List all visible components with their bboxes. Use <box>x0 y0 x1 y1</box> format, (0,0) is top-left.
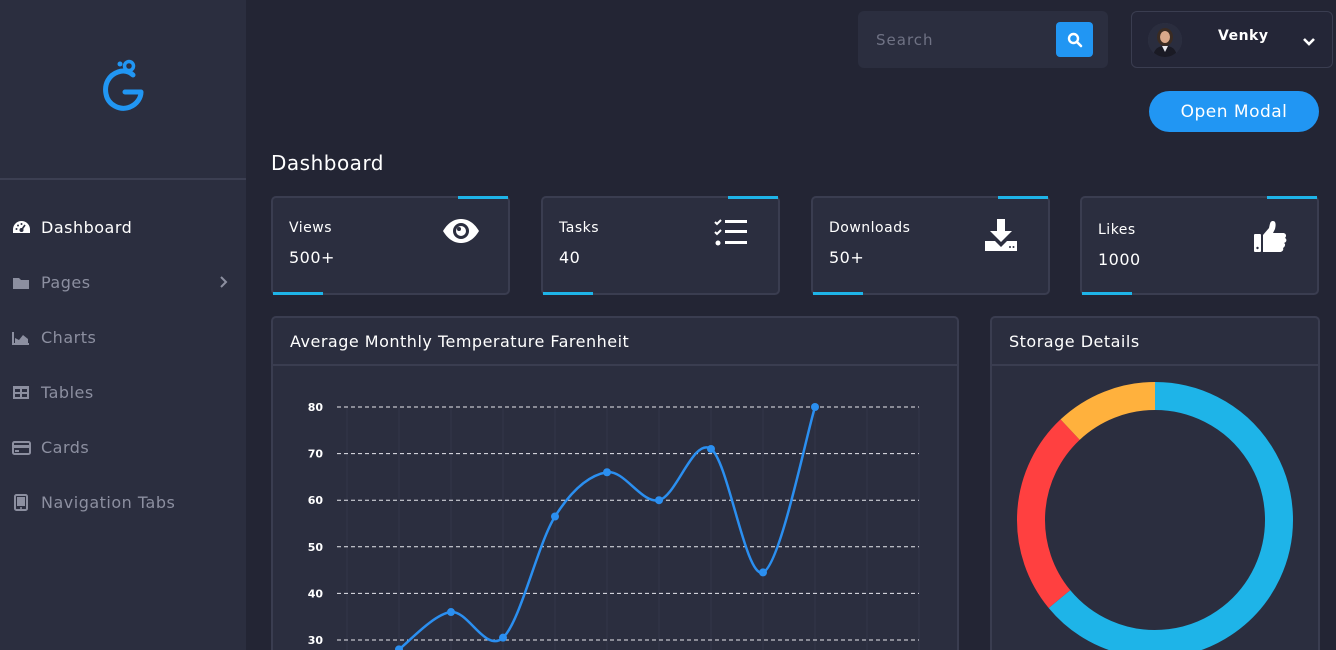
sidebar-item-label: Tables <box>41 383 94 402</box>
storage-details-panel: Storage Details <box>990 316 1320 650</box>
download-icon <box>984 218 1018 256</box>
tasks-icon <box>714 218 748 252</box>
card-accent-line <box>813 292 863 295</box>
data-point[interactable] <box>551 512 559 521</box>
donut-slice[interactable] <box>1017 419 1080 608</box>
card-accent-line <box>728 196 778 199</box>
data-point[interactable] <box>759 568 767 577</box>
open-modal-button[interactable]: Open Modal <box>1149 91 1319 132</box>
card-accent-line <box>998 196 1048 199</box>
table-icon <box>11 383 31 403</box>
card-label: Tasks <box>559 220 600 236</box>
user-menu[interactable]: Venky <box>1131 11 1333 68</box>
sidebar-item-label: Charts <box>41 328 97 347</box>
card-accent-line <box>273 292 323 295</box>
g-logo-icon[interactable] <box>95 57 151 121</box>
eye-icon <box>442 218 480 248</box>
stat-card-downloads: Downloads 50+ <box>811 196 1050 295</box>
donut-chart <box>1017 382 1293 650</box>
sidebar-item-label: Cards <box>41 438 90 457</box>
card-accent-line <box>458 196 508 199</box>
search-button[interactable] <box>1056 22 1093 57</box>
folder-icon <box>11 273 31 293</box>
card-value: 40 <box>559 248 581 267</box>
panel-title: Average Monthly Temperature Farenheit <box>273 318 957 366</box>
y-tick-label: 40 <box>308 587 324 600</box>
chevron-down-icon[interactable] <box>1302 32 1316 51</box>
card-label: Likes <box>1098 222 1136 238</box>
data-point[interactable] <box>499 633 507 642</box>
sidebar-item-navigation-tabs[interactable]: Navigation Tabs <box>0 475 246 530</box>
sidebar-item-dashboard[interactable]: Dashboard <box>0 200 246 255</box>
chart-area <box>992 366 1318 650</box>
tachometer-icon <box>11 218 31 238</box>
panel-title: Storage Details <box>992 318 1318 366</box>
sidebar-item-label: Pages <box>41 273 91 292</box>
logo-area <box>0 0 246 180</box>
search-icon <box>1067 32 1082 47</box>
card-value: 1000 <box>1098 250 1141 269</box>
search-input[interactable] <box>876 30 1046 49</box>
stat-card-views: Views 500+ <box>271 196 510 295</box>
y-tick-label: 30 <box>308 634 324 647</box>
y-tick-label: 60 <box>308 494 324 507</box>
sidebar-item-tables[interactable]: Tables <box>0 365 246 420</box>
donut-slice[interactable] <box>1060 382 1156 441</box>
card-accent-line <box>543 292 593 295</box>
card-accent-line <box>1082 292 1132 295</box>
credit-card-icon <box>11 438 31 458</box>
user-name: Venky <box>1218 27 1269 44</box>
thumbs-up-icon <box>1253 220 1287 258</box>
y-tick-label: 50 <box>308 541 324 554</box>
sidebar: Dashboard Pages Charts Tables Cards Navi… <box>0 0 246 650</box>
sidebar-item-charts[interactable]: Charts <box>0 310 246 365</box>
tablet-icon <box>11 493 31 513</box>
card-value: 500+ <box>289 248 335 267</box>
data-point[interactable] <box>707 444 715 453</box>
sidebar-item-label: Dashboard <box>41 218 133 237</box>
data-point[interactable] <box>447 608 455 617</box>
y-tick-label: 70 <box>308 448 324 461</box>
search-box <box>858 11 1108 68</box>
sidebar-item-label: Navigation Tabs <box>41 493 176 512</box>
card-label: Views <box>289 220 333 236</box>
card-label: Downloads <box>829 220 911 236</box>
sidebar-item-cards[interactable]: Cards <box>0 420 246 475</box>
page-title: Dashboard <box>271 151 385 175</box>
stat-card-likes: Likes 1000 <box>1080 196 1319 295</box>
y-tick-label: 80 <box>308 401 324 414</box>
data-point[interactable] <box>655 496 663 505</box>
chevron-right-icon[interactable] <box>219 274 228 293</box>
data-point[interactable] <box>603 468 611 477</box>
stat-card-tasks: Tasks 40 <box>541 196 780 295</box>
temperature-chart-panel: Average Monthly Temperature Farenheit 80… <box>271 316 959 650</box>
card-value: 50+ <box>829 248 865 267</box>
avatar[interactable] <box>1148 22 1182 57</box>
line-chart: 80 70 60 50 40 30 <box>308 401 920 650</box>
chart-area: 80 70 60 50 40 30 <box>273 366 957 650</box>
sidebar-nav: Dashboard Pages Charts Tables Cards Navi… <box>0 200 246 530</box>
donut-slice[interactable] <box>1048 382 1293 650</box>
data-point[interactable] <box>811 403 819 411</box>
sidebar-item-pages[interactable]: Pages <box>0 255 246 310</box>
card-accent-line <box>1267 196 1317 199</box>
area-chart-icon <box>11 328 31 348</box>
